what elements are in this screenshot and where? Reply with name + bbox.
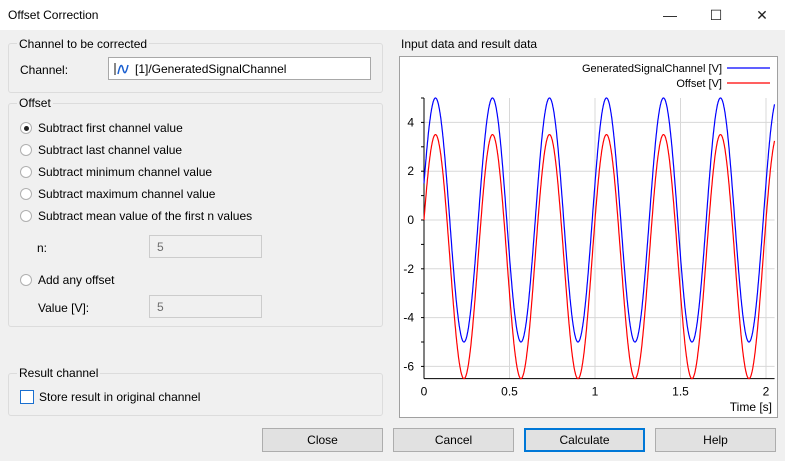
y-tick-label: -4 xyxy=(403,311,414,325)
cancel-button[interactable]: Cancel xyxy=(393,428,514,452)
x-tick-label: 1 xyxy=(592,385,599,399)
x-tick-label: 1.5 xyxy=(672,385,689,399)
legend-label: GeneratedSignalChannel [V] xyxy=(582,63,722,75)
calculate-button[interactable]: Calculate xyxy=(524,428,645,452)
x-axis-label: Time [s] xyxy=(730,400,772,414)
y-tick-label: -2 xyxy=(403,262,414,276)
y-tick-label: -6 xyxy=(403,359,414,373)
y-tick-label: 2 xyxy=(407,164,414,178)
help-button[interactable]: Help xyxy=(655,428,776,452)
chart: 420-2-4-600.511.52Time [s]GeneratedSigna… xyxy=(0,0,785,461)
close-button[interactable]: Close xyxy=(262,428,383,452)
y-tick-label: 0 xyxy=(407,213,414,227)
x-tick-label: 0.5 xyxy=(501,385,518,399)
x-tick-label: 0 xyxy=(421,385,428,399)
y-tick-label: 4 xyxy=(407,115,414,129)
legend-label: Offset [V] xyxy=(676,78,722,90)
x-tick-label: 2 xyxy=(763,385,770,399)
